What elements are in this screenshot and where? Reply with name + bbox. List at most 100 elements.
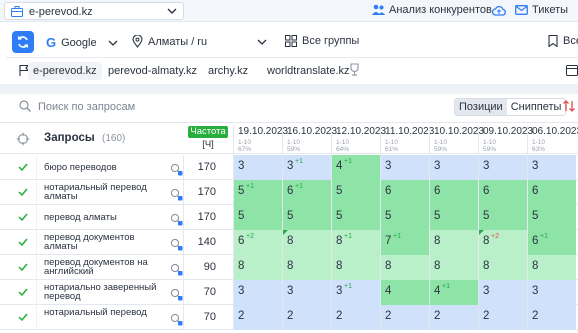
position-cell[interactable]: 4 xyxy=(380,280,429,305)
position-cell[interactable]: 5 +1 xyxy=(233,180,282,205)
chevron-down-icon[interactable] xyxy=(257,38,267,46)
query-keyword[interactable]: перевод алматы xyxy=(44,213,169,223)
position-cell[interactable]: 5 xyxy=(527,205,576,230)
site-tab-competitor[interactable]: worldtranslate.kz xyxy=(262,62,355,80)
frequency-header[interactable]: Частота xyxy=(188,126,228,138)
position-cell[interactable]: 5 xyxy=(380,205,429,230)
search-results-icon[interactable] xyxy=(170,263,183,276)
position-cell[interactable]: 3 +1 xyxy=(331,280,380,305)
check-icon[interactable] xyxy=(18,312,28,322)
position-cell[interactable]: 2 xyxy=(282,305,331,330)
position-cell[interactable]: 8 +1 xyxy=(331,230,380,255)
position-cell[interactable]: 6 xyxy=(478,180,527,205)
position-cell[interactable]: 8 xyxy=(380,255,429,280)
target-icon[interactable] xyxy=(16,132,30,146)
query-keyword[interactable]: бюро переводов xyxy=(44,163,169,173)
position-cell[interactable]: 7 +1 xyxy=(380,230,429,255)
position-cell[interactable]: 2 xyxy=(429,305,478,330)
position-cell[interactable]: 8 +2 xyxy=(478,230,527,255)
position-cell[interactable]: 6 +1 xyxy=(282,180,331,205)
position-cell[interactable]: 5 xyxy=(331,205,380,230)
query-keyword[interactable]: перевод документов на английский xyxy=(44,258,169,277)
position-cell[interactable]: 3 xyxy=(429,155,478,180)
date-column-header[interactable]: 19.10.2023 1-10 67% xyxy=(233,126,288,156)
query-keyword[interactable]: нотариально заверенный перевод xyxy=(44,283,169,302)
position-cell[interactable]: 2 xyxy=(380,305,429,330)
query-keyword[interactable]: нотариальный перевод алматы xyxy=(44,183,169,202)
site-tab-competitor[interactable]: perevod-almaty.kz xyxy=(103,62,202,80)
position-cell[interactable]: 8 xyxy=(331,255,380,280)
date-column-header[interactable]: 11.10.2023 1-10 61% xyxy=(380,126,434,156)
search-results-icon[interactable] xyxy=(170,313,183,326)
queries-header[interactable]: Запросы xyxy=(44,132,95,144)
search-engine-select[interactable]: G Google xyxy=(46,35,118,50)
position-cell[interactable]: 4 +1 xyxy=(331,155,380,180)
position-cell[interactable]: 8 xyxy=(282,255,331,280)
position-cell[interactable]: 3 xyxy=(478,155,527,180)
position-cell[interactable]: 8 xyxy=(478,255,527,280)
position-cell[interactable]: 5 xyxy=(282,205,331,230)
position-cell[interactable]: 3 xyxy=(527,155,576,180)
position-cell[interactable]: 3 xyxy=(233,155,282,180)
position-cell[interactable]: 8 xyxy=(233,255,282,280)
position-cell[interactable]: 3 xyxy=(478,280,527,305)
position-cell[interactable]: 2 xyxy=(478,305,527,330)
position-cell[interactable]: 5 xyxy=(233,205,282,230)
position-cell[interactable]: 3 xyxy=(527,280,576,305)
query-keyword[interactable]: нотариальный перевод xyxy=(44,308,169,318)
position-cell[interactable]: 8 xyxy=(282,230,331,255)
position-cell[interactable]: 5 xyxy=(331,180,380,205)
position-cell[interactable]: 6 xyxy=(429,180,478,205)
check-icon[interactable] xyxy=(18,212,28,222)
cloud-upload-icon[interactable] xyxy=(492,5,506,17)
check-icon[interactable] xyxy=(18,162,28,172)
date-column-header[interactable]: 06.10.2023 1-10 63% xyxy=(527,126,578,156)
groups-select[interactable]: Все группы xyxy=(285,35,359,47)
search-results-icon[interactable] xyxy=(170,213,183,226)
site-tab-competitor[interactable]: archy.kz xyxy=(203,62,253,80)
competitor-analysis-link[interactable]: Анализ конкурентов xyxy=(372,4,492,16)
position-cell[interactable]: 3 xyxy=(233,280,282,305)
search-results-icon[interactable] xyxy=(170,238,183,251)
position-cell[interactable]: 6 xyxy=(380,180,429,205)
position-cell[interactable]: 6 +2 xyxy=(233,230,282,255)
check-icon[interactable] xyxy=(18,187,28,197)
snippets-tab[interactable]: Сниппеты xyxy=(506,99,566,115)
search-results-icon[interactable] xyxy=(170,163,183,176)
position-cell[interactable]: 6 +1 xyxy=(527,230,576,255)
project-select[interactable]: e-perevod.kz xyxy=(4,2,184,20)
date-column-header[interactable]: 12.10.2023 1-10 64% xyxy=(331,126,386,156)
position-cell[interactable]: 2 xyxy=(233,305,282,330)
sort-icon[interactable] xyxy=(562,99,576,113)
search-results-icon[interactable] xyxy=(170,188,183,201)
position-cell[interactable]: 8 xyxy=(527,255,576,280)
query-keyword[interactable]: перевод документов алматы xyxy=(44,233,169,252)
all-select[interactable]: Все xyxy=(548,35,578,47)
position-cell[interactable]: 8 xyxy=(429,230,478,255)
position-cell[interactable]: 3 xyxy=(282,280,331,305)
date-column-header[interactable]: 10.10.2023 1-10 59% xyxy=(429,126,484,156)
tickets-link[interactable]: Тикеты xyxy=(515,4,568,16)
search-results-icon[interactable] xyxy=(170,288,183,301)
site-tab-own[interactable]: e-perevod.kz xyxy=(28,62,102,80)
position-cell[interactable]: 8 xyxy=(429,255,478,280)
region-select[interactable]: Алматы / ru xyxy=(132,35,207,48)
positions-tab[interactable]: Позиции xyxy=(455,99,507,115)
date-column-header[interactable]: 09.10.2023 1-10 59% xyxy=(478,126,533,156)
position-cell[interactable]: 3 xyxy=(380,155,429,180)
query-search-input[interactable] xyxy=(38,99,338,115)
date-column-header[interactable]: 16.10.2023 1-10 59% xyxy=(282,126,337,156)
position-cell[interactable]: 3 +1 xyxy=(282,155,331,180)
position-cell[interactable]: 2 xyxy=(527,305,576,330)
position-cell[interactable]: 2 xyxy=(331,305,380,330)
position-cell[interactable]: 5 xyxy=(429,205,478,230)
trophy-icon[interactable] xyxy=(348,63,361,77)
position-cell[interactable]: 4 +1 xyxy=(429,280,478,305)
check-icon[interactable] xyxy=(18,237,28,247)
position-cell[interactable]: 6 xyxy=(527,180,576,205)
refresh-button[interactable] xyxy=(12,31,34,53)
check-icon[interactable] xyxy=(18,287,28,297)
position-cell[interactable]: 5 xyxy=(478,205,527,230)
calendar-icon[interactable] xyxy=(566,64,578,76)
check-icon[interactable] xyxy=(18,262,28,272)
